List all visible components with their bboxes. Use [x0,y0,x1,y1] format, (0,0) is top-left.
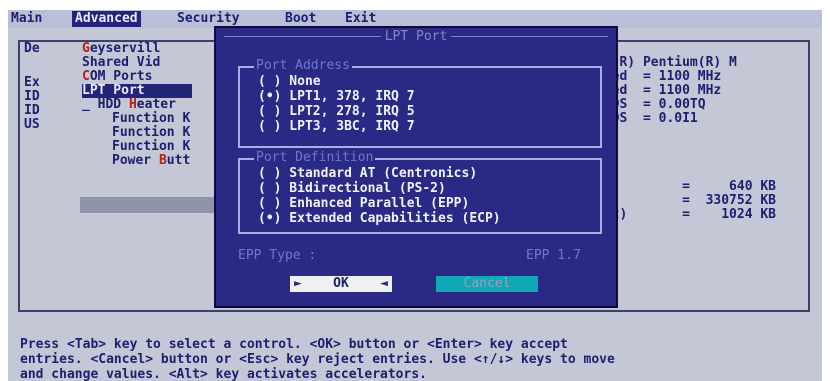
port-address-title: Port Address [254,58,352,73]
hotkey: H [128,97,137,112]
menu-advanced[interactable]: Advanced [72,11,141,27]
item-label: LPT Port [82,83,145,98]
left-label-ex: Ex [24,75,40,90]
port-address-option-lpt1[interactable]: (•) LPT1, 378, IRQ 7 [258,89,415,104]
ok-button[interactable]: ► OK ◄ [290,276,392,292]
port-def-option-ecp[interactable]: (•) Extended Capabilities (ECP) [258,211,501,226]
memory-line-3: Ext) = 1024 KB [596,207,777,222]
cancel-label: Cancel [463,276,511,291]
adv-item-shared-video[interactable]: Shared Vid [82,56,160,70]
hotkey: G [82,41,90,56]
port-address-option-lpt2[interactable]: ( ) LPT2, 278, IRQ 5 [258,104,415,119]
item-label: HDD [97,97,129,112]
item-label-tail: utt [166,153,191,168]
menu-exit[interactable]: Exit [342,11,379,27]
help-line-2: entries. <Cancel> button or <Esc> key re… [20,352,615,367]
item-label: Power [112,153,159,168]
help-line-3: and change values. <Alt> key activates a… [20,367,427,381]
left-label-us: US [24,117,40,132]
memory-line-2: d = 330752 KB [596,193,777,208]
item-label: Shared Vid [82,55,161,70]
adv-item-lpt-port[interactable]: LPT Port [82,84,192,98]
item-prefix: _ [82,97,90,112]
port-def-option-standard[interactable]: ( ) Standard AT (Centronics) [258,166,477,181]
epp-type-label: EPP Type : [238,248,317,263]
menu-main[interactable]: Main [8,11,45,27]
port-def-option-epp[interactable]: ( ) Enhanced Parallel (EPP) [258,196,469,211]
help-line-1: Press <Tab> key to select a control. <OK… [20,337,568,352]
left-label-de: De [24,41,40,56]
adv-item-hdd-heater[interactable]: _ HDD Heater [82,98,176,112]
lpt-port-dialog: LPT Port Port Address ( ) None (•) LPT1,… [214,26,618,308]
cancel-button[interactable]: Cancel [436,276,538,292]
port-definition-group: Port Definition ( ) Standard AT (Centron… [238,151,602,234]
adv-item-com-ports[interactable]: COM Ports [82,70,152,84]
adv-item-function-key-3[interactable]: Function K [112,140,190,154]
item-label-tail: eater [136,97,176,112]
bios-screen: Main Advanced Security Boot Exit De Ex I… [0,0,830,381]
left-arrow-icon: ◄ [380,276,388,291]
item-label: Function K [112,125,191,140]
port-address-option-none[interactable]: ( ) None [258,74,321,89]
port-address-group: Port Address ( ) None (•) LPT1, 378, IRQ… [238,59,602,148]
memory-line-1: = 640 KB [596,179,777,194]
port-def-option-bidirectional[interactable]: ( ) Bidirectional (PS-2) [258,181,446,196]
right-arrow-icon: ► [294,276,302,291]
adv-item-power-button[interactable]: Power Butt [112,154,190,168]
menu-security[interactable]: Security [174,11,243,27]
adv-item-function-key-1[interactable]: Function K [112,112,190,126]
adv-item-function-key-2[interactable]: Function K [112,126,190,140]
hotkey: C [82,69,90,84]
menu-boot[interactable]: Boot [282,11,319,27]
dialog-title: LPT Port [216,29,616,44]
item-label: Function K [112,111,191,126]
help-bar: Press <Tab> key to select a control. <OK… [8,334,822,381]
ok-label: OK [333,276,349,291]
port-address-option-lpt3[interactable]: ( ) LPT3, 3BC, IRQ 7 [258,119,415,134]
item-label: eyservill [89,41,161,56]
item-label: Function K [112,139,191,154]
adv-item-geyserville[interactable]: Geyservill [82,42,160,56]
hotkey: B [158,153,167,168]
epp-type-value[interactable]: EPP 1.7 [526,248,581,263]
horizontal-scroll-track[interactable] [80,197,216,213]
left-label-id1: ID [24,89,40,104]
left-label-id2: ID [24,103,40,118]
item-label: OM Ports [89,69,153,84]
dialog-title-text: LPT Port [380,29,452,44]
port-definition-title: Port Definition [254,150,376,165]
